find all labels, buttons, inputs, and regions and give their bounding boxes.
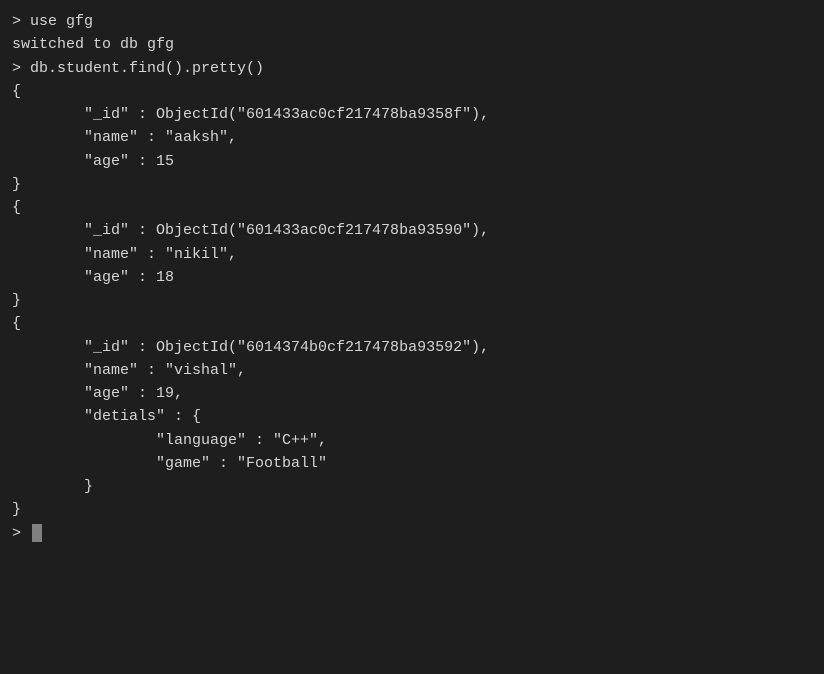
terminal-line: "name" : "aaksh", (12, 126, 812, 149)
terminal-line: switched to db gfg (12, 33, 812, 56)
terminal-line: "age" : 15 (12, 150, 812, 173)
terminal-line: "_id" : ObjectId("601433ac0cf217478ba935… (12, 103, 812, 126)
terminal-line: "age" : 18 (12, 266, 812, 289)
terminal-line: "game" : "Football" (12, 452, 812, 475)
terminal-line: "_id" : ObjectId("6014374b0cf217478ba935… (12, 336, 812, 359)
terminal-line: { (12, 80, 812, 103)
terminal-line: } (12, 173, 812, 196)
terminal-line: "name" : "nikil", (12, 243, 812, 266)
terminal-line: > (12, 522, 812, 545)
terminal-line: > use gfg (12, 10, 812, 33)
terminal-line: } (12, 475, 812, 498)
terminal: > use gfgswitched to db gfg> db.student.… (12, 10, 812, 664)
terminal-line: } (12, 498, 812, 521)
terminal-line: "detials" : { (12, 405, 812, 428)
terminal-line: > db.student.find().pretty() (12, 57, 812, 80)
terminal-line: { (12, 312, 812, 335)
terminal-line: } (12, 289, 812, 312)
terminal-line: "name" : "vishal", (12, 359, 812, 382)
terminal-line: "language" : "C++", (12, 429, 812, 452)
terminal-cursor (32, 524, 42, 542)
terminal-line: "age" : 19, (12, 382, 812, 405)
terminal-line: "_id" : ObjectId("601433ac0cf217478ba935… (12, 219, 812, 242)
terminal-line: { (12, 196, 812, 219)
